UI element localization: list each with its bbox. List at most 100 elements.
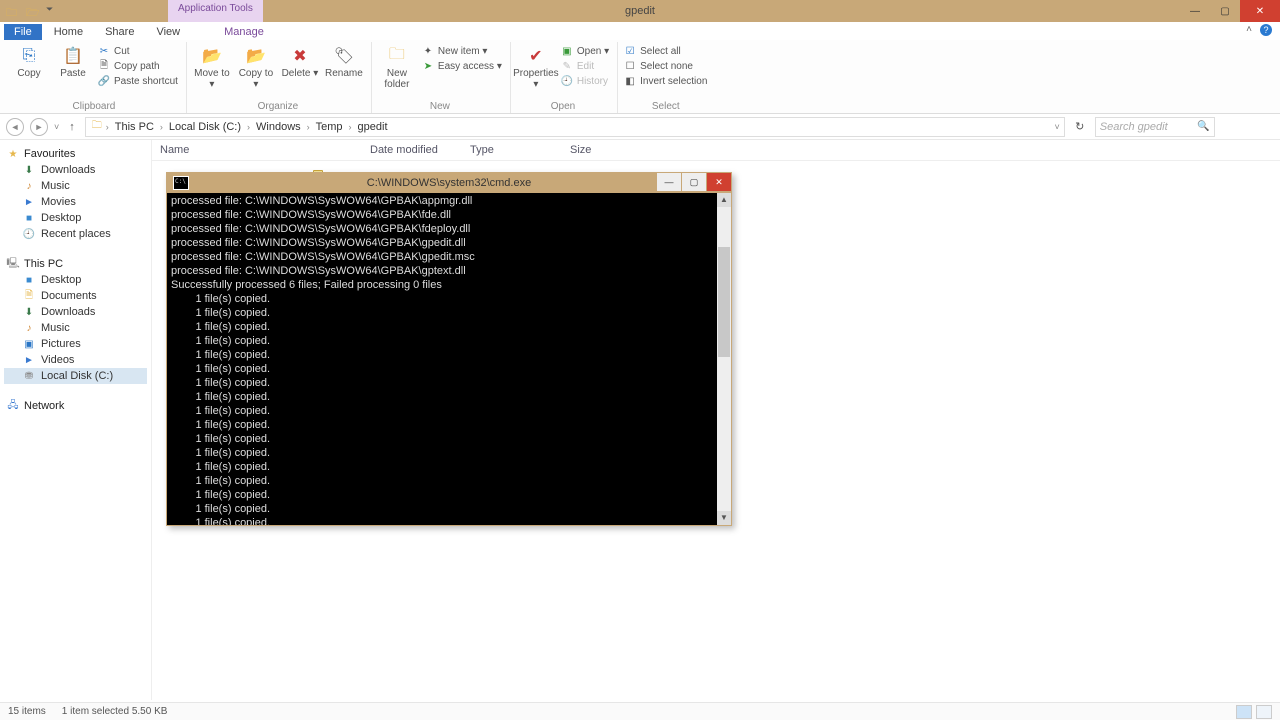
maximize-button[interactable]: ▢ bbox=[1210, 0, 1240, 22]
address-bar-row: ◄ ► ˅ ↑ 🗀 › This PC› Local Disk (C:)› Wi… bbox=[0, 114, 1280, 140]
breadcrumb[interactable]: 🗀 › This PC› Local Disk (C:)› Windows› T… bbox=[85, 117, 1065, 137]
open-label: Open ▾ bbox=[577, 46, 609, 57]
properties-button[interactable]: ✔Properties ▾ bbox=[517, 44, 555, 90]
column-size[interactable]: Size bbox=[570, 144, 630, 156]
search-input[interactable]: Search gpedit 🔍 bbox=[1095, 117, 1215, 137]
tree-music2[interactable]: ♪Music bbox=[4, 320, 147, 336]
breadcrumb-this-pc[interactable]: This PC bbox=[111, 121, 158, 133]
move-to-button[interactable]: 📂Move to ▾ bbox=[193, 44, 231, 90]
ribbon: ⎘ Copy 📋 Paste ✂Cut 🗎 Copy path 🔗Paste sh… bbox=[0, 40, 1280, 114]
new-item-icon: ✦ bbox=[422, 45, 434, 57]
cmd-close-button[interactable]: ✕ bbox=[707, 173, 731, 191]
history-button[interactable]: 🕘History bbox=[561, 74, 609, 88]
scroll-up-icon[interactable]: ▲ bbox=[717, 193, 731, 207]
tree-music[interactable]: ♪Music bbox=[4, 178, 147, 194]
contextual-tab-application-tools[interactable]: Application Tools bbox=[168, 0, 263, 22]
qat-dropdown-icon[interactable]: ⏷ bbox=[46, 4, 60, 18]
recent-icon: 🕘 bbox=[22, 228, 36, 240]
cmd-maximize-button[interactable]: ▢ bbox=[682, 173, 706, 191]
tree-downloads[interactable]: ⬇Downloads bbox=[4, 162, 147, 178]
tree-recent[interactable]: 🕘Recent places bbox=[4, 226, 147, 242]
up-button[interactable]: ↑ bbox=[65, 121, 79, 133]
tree-desktop[interactable]: ■Desktop bbox=[4, 210, 147, 226]
collapse-ribbon-icon[interactable]: ˄ bbox=[1246, 24, 1252, 35]
close-button[interactable]: ✕ bbox=[1240, 0, 1280, 22]
tree-pictures[interactable]: ▣Pictures bbox=[4, 336, 147, 352]
forward-button[interactable]: ► bbox=[30, 118, 48, 136]
star-icon: ★ bbox=[6, 148, 20, 160]
breadcrumb-dropdown-icon[interactable]: ˅ bbox=[1055, 122, 1060, 132]
folder-open-icon: 🗁 bbox=[26, 4, 40, 18]
cmd-window[interactable]: C:\WINDOWS\system32\cmd.exe — ▢ ✕ proces… bbox=[166, 172, 732, 526]
paste-button[interactable]: 📋 Paste bbox=[54, 44, 92, 79]
back-button[interactable]: ◄ bbox=[6, 118, 24, 136]
scroll-thumb[interactable] bbox=[718, 247, 730, 357]
tree-movies[interactable]: ►Movies bbox=[4, 194, 147, 210]
help-icon[interactable]: ? bbox=[1260, 24, 1272, 36]
column-headers[interactable]: Name Date modified Type Size bbox=[152, 140, 1280, 161]
tree-desktop2[interactable]: ■Desktop bbox=[4, 272, 147, 288]
new-folder-button[interactable]: 🗀New folder bbox=[378, 44, 416, 90]
copy-path-button[interactable]: 🗎 Copy path bbox=[98, 59, 178, 73]
tab-manage[interactable]: Manage bbox=[214, 24, 274, 40]
copy-path-label: Copy path bbox=[114, 61, 160, 72]
tree-downloads-label: Downloads bbox=[41, 164, 95, 176]
open-button[interactable]: ▣Open ▾ bbox=[561, 44, 609, 58]
navigation-pane[interactable]: ★Favourites ⬇Downloads ♪Music ►Movies ■D… bbox=[0, 140, 152, 700]
cut-button[interactable]: ✂Cut bbox=[98, 44, 178, 58]
tab-share[interactable]: Share bbox=[95, 24, 144, 40]
select-all-label: Select all bbox=[640, 46, 681, 57]
breadcrumb-sep: › bbox=[160, 122, 163, 132]
breadcrumb-windows[interactable]: Windows bbox=[252, 121, 305, 133]
minimize-button[interactable]: — bbox=[1180, 0, 1210, 22]
column-date[interactable]: Date modified bbox=[370, 144, 460, 156]
select-none-button[interactable]: ☐Select none bbox=[624, 59, 707, 73]
history-dropdown-icon[interactable]: ˅ bbox=[54, 122, 59, 132]
search-icon[interactable]: 🔍 bbox=[1197, 121, 1209, 132]
delete-button[interactable]: ✖Delete ▾ bbox=[281, 44, 319, 79]
tree-documents[interactable]: 🗎Documents bbox=[4, 288, 147, 304]
invert-selection-button[interactable]: ◧Invert selection bbox=[624, 74, 707, 88]
history-icon: 🕘 bbox=[561, 75, 573, 87]
column-name[interactable]: Name bbox=[160, 144, 360, 156]
copy-to-button[interactable]: 📂Copy to ▾ bbox=[237, 44, 275, 90]
tree-favourites[interactable]: ★Favourites bbox=[4, 146, 147, 162]
copy-path-icon: 🗎 bbox=[98, 60, 110, 72]
tree-music2-label: Music bbox=[41, 322, 70, 334]
tree-this-pc[interactable]: 🖳This PC bbox=[4, 256, 147, 272]
copy-button[interactable]: ⎘ Copy bbox=[10, 44, 48, 79]
network-icon: 🖧 bbox=[6, 400, 20, 412]
cmd-output[interactable]: processed file: C:\WINDOWS\SysWOW64\GPBA… bbox=[167, 193, 731, 525]
refresh-button[interactable]: ↻ bbox=[1071, 120, 1089, 133]
music-icon: ♪ bbox=[22, 180, 36, 192]
tab-home[interactable]: Home bbox=[44, 24, 93, 40]
edit-button[interactable]: ✎Edit bbox=[561, 59, 609, 73]
breadcrumb-temp[interactable]: Temp bbox=[312, 121, 347, 133]
cut-icon: ✂ bbox=[98, 45, 110, 57]
tree-videos[interactable]: ►Videos bbox=[4, 352, 147, 368]
select-all-button[interactable]: ☑Select all bbox=[624, 44, 707, 58]
documents-icon: 🗎 bbox=[22, 290, 36, 302]
view-large-icons-button[interactable] bbox=[1256, 705, 1272, 719]
scroll-down-icon[interactable]: ▼ bbox=[717, 511, 731, 525]
cmd-scrollbar[interactable]: ▲ ▼ bbox=[717, 193, 731, 525]
cmd-titlebar[interactable]: C:\WINDOWS\system32\cmd.exe — ▢ ✕ bbox=[167, 173, 731, 193]
tree-local-disk[interactable]: ⛃Local Disk (C:) bbox=[4, 368, 147, 384]
easy-access-button[interactable]: ➤Easy access ▾ bbox=[422, 59, 502, 73]
tab-view[interactable]: View bbox=[146, 24, 190, 40]
tree-network[interactable]: 🖧 Network bbox=[4, 398, 147, 414]
tree-downloads2[interactable]: ⬇Downloads bbox=[4, 304, 147, 320]
view-details-button[interactable] bbox=[1236, 705, 1252, 719]
breadcrumb-local-disk[interactable]: Local Disk (C:) bbox=[165, 121, 245, 133]
tree-this-pc-label: This PC bbox=[24, 258, 63, 270]
rename-button[interactable]: 🏷Rename bbox=[325, 44, 363, 79]
paste-shortcut-button[interactable]: 🔗Paste shortcut bbox=[98, 74, 178, 88]
tab-file[interactable]: File bbox=[4, 24, 42, 40]
select-none-icon: ☐ bbox=[624, 60, 636, 72]
cmd-minimize-button[interactable]: — bbox=[657, 173, 681, 191]
column-type[interactable]: Type bbox=[470, 144, 560, 156]
organize-group-label: Organize bbox=[193, 101, 363, 113]
breadcrumb-gpedit[interactable]: gpedit bbox=[354, 121, 392, 133]
new-item-button[interactable]: ✦New item ▾ bbox=[422, 44, 502, 58]
tree-network-label: Network bbox=[24, 400, 64, 412]
